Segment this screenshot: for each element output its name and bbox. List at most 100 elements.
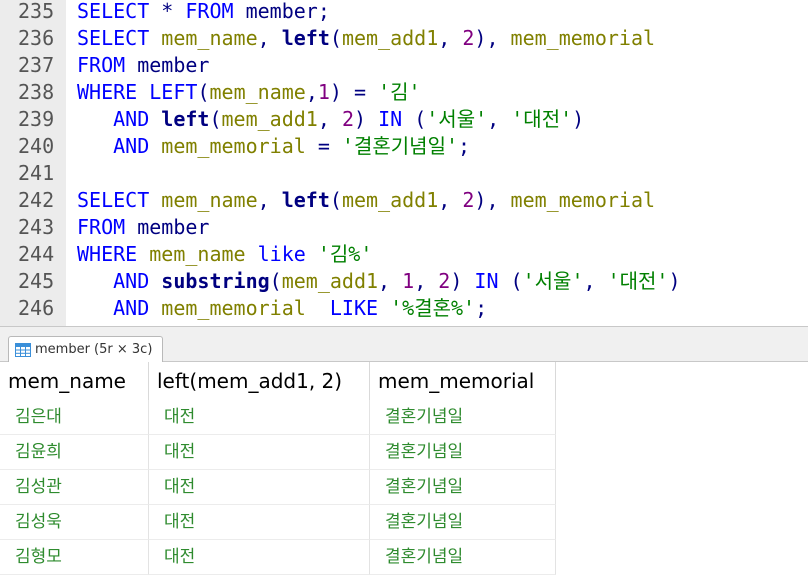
code-token: SELECT bbox=[77, 188, 150, 212]
code-token: mem_memorial bbox=[161, 296, 306, 320]
cell-left-mem-add1[interactable]: 대전 bbox=[149, 400, 370, 435]
code-token: ; bbox=[458, 134, 471, 158]
code-token: mem_add1 bbox=[341, 188, 439, 212]
code-token: mem_memorial bbox=[161, 134, 306, 158]
cell-mem-name[interactable]: 김형모 bbox=[0, 540, 149, 575]
code-line[interactable]: 237 FROM member bbox=[0, 52, 808, 79]
code-token: IN bbox=[474, 269, 499, 293]
code-token: 1 bbox=[402, 269, 415, 293]
code-token: ( bbox=[209, 107, 222, 131]
code-text: WHERE LEFT(mem_name,1) = '김' bbox=[77, 79, 421, 106]
code-token: '%결혼%' bbox=[390, 296, 476, 320]
result-tab-member[interactable]: member (5r × 3c) bbox=[8, 336, 164, 362]
code-line[interactable]: 240 AND mem_memorial = '결혼기념일'; bbox=[0, 133, 808, 160]
code-line[interactable]: 246 AND mem_memorial LIKE '%결혼%'; bbox=[0, 295, 808, 322]
line-number: 239 bbox=[18, 107, 55, 131]
code-line[interactable]: 245 AND substring(mem_add1, 1, 2) IN ('서… bbox=[0, 268, 808, 295]
cell-left-mem-add1[interactable]: 대전 bbox=[149, 470, 370, 505]
line-number: 246 bbox=[18, 296, 55, 320]
code-token: ( bbox=[197, 80, 210, 104]
code-token: * bbox=[149, 0, 186, 23]
code-token: , bbox=[317, 107, 342, 131]
code-line[interactable]: 244 WHERE mem_name like '김%' bbox=[0, 241, 808, 268]
code-line[interactable]: 242 SELECT mem_name, left(mem_add1, 2), m… bbox=[0, 187, 808, 214]
code-token: FROM bbox=[77, 53, 126, 77]
cell-mem-name[interactable]: 김윤희 bbox=[0, 435, 149, 470]
code-token: , bbox=[414, 269, 439, 293]
code-token: , bbox=[487, 107, 512, 131]
code-text: AND substring(mem_add1, 1, 2) IN ('서울', … bbox=[77, 268, 680, 295]
code-text: SELECT * FROM member; bbox=[77, 0, 330, 25]
line-number: 237 bbox=[18, 53, 55, 77]
column-header-mem-memorial[interactable]: mem_memorial bbox=[370, 362, 556, 400]
code-token: mem_add1 bbox=[341, 26, 439, 50]
line-number: 240 bbox=[18, 134, 55, 158]
cell-left-mem-add1[interactable]: 대전 bbox=[149, 435, 370, 470]
code-token: IN bbox=[378, 107, 403, 131]
code-token: ( bbox=[402, 107, 427, 131]
code-text: WHERE mem_name like '김%' bbox=[77, 241, 372, 268]
code-token: 2 bbox=[462, 26, 475, 50]
code-text: AND mem_memorial LIKE '%결혼%'; bbox=[77, 295, 487, 322]
line-number: 245 bbox=[18, 269, 55, 293]
code-token: 1 bbox=[317, 80, 330, 104]
code-line[interactable]: 239 AND left(mem_add1, 2) IN ('서울', '대전'… bbox=[0, 106, 808, 133]
line-number: 236 bbox=[18, 26, 55, 50]
code-token: ; bbox=[475, 296, 488, 320]
cell-mem-name[interactable]: 김성관 bbox=[0, 470, 149, 505]
code-text: SELECT mem_name, left(mem_add1, 2), mem_… bbox=[77, 25, 655, 52]
code-token: mem_name bbox=[161, 188, 258, 212]
code-token: ) bbox=[572, 107, 585, 131]
code-token: ( bbox=[269, 269, 282, 293]
line-number: 243 bbox=[18, 215, 55, 239]
cell-mem-name[interactable]: 김은대 bbox=[0, 400, 149, 435]
code-token: AND bbox=[113, 107, 150, 131]
code-token: mem_name bbox=[149, 242, 246, 266]
cell-mem-name[interactable]: 김성욱 bbox=[0, 505, 149, 540]
result-grid[interactable]: mem_name left(mem_add1, 2) mem_memorial … bbox=[0, 362, 808, 575]
code-token: ) = bbox=[329, 80, 379, 104]
sql-editor[interactable]: 235 SELECT * FROM member; 236 SELECT mem_na… bbox=[0, 0, 808, 326]
code-token: ), bbox=[474, 26, 511, 50]
code-token: member; bbox=[233, 0, 330, 23]
code-line[interactable]: 236 SELECT mem_name, left(mem_add1, 2), m… bbox=[0, 25, 808, 52]
code-token: '김%' bbox=[317, 242, 373, 266]
code-token: like bbox=[257, 242, 306, 266]
code-line[interactable]: 241 bbox=[0, 160, 808, 187]
cell-mem-memorial[interactable]: 결혼기념일 bbox=[370, 400, 556, 435]
code-token: mem_memorial bbox=[510, 26, 656, 50]
cell-mem-memorial[interactable]: 결혼기념일 bbox=[370, 470, 556, 505]
code-token: , bbox=[438, 26, 463, 50]
code-token: , bbox=[257, 188, 282, 212]
code-token: '결혼기념일' bbox=[341, 134, 459, 158]
cell-left-mem-add1[interactable]: 대전 bbox=[149, 505, 370, 540]
code-token: ( bbox=[329, 26, 342, 50]
code-token: , bbox=[257, 26, 282, 50]
column-header-mem-name[interactable]: mem_name bbox=[0, 362, 149, 400]
code-token: WHERE bbox=[77, 80, 138, 104]
result-tab-bar: member (5r × 3c) bbox=[0, 326, 808, 362]
code-token: '서울' bbox=[522, 269, 584, 293]
code-token: '대전' bbox=[511, 107, 573, 131]
code-line[interactable]: 243 FROM member bbox=[0, 214, 808, 241]
line-number: 244 bbox=[18, 242, 55, 266]
result-tab-label: member (5r × 3c) bbox=[35, 342, 153, 357]
code-token: 2 bbox=[341, 107, 354, 131]
cell-mem-memorial[interactable]: 결혼기념일 bbox=[370, 540, 556, 575]
code-line[interactable]: 238 WHERE LEFT(mem_name,1) = '김' bbox=[0, 79, 808, 106]
cell-mem-memorial[interactable]: 결혼기념일 bbox=[370, 435, 556, 470]
code-token: AND bbox=[113, 269, 150, 293]
code-token: , bbox=[305, 80, 318, 104]
code-token: member bbox=[125, 53, 210, 77]
code-token: substring bbox=[161, 269, 270, 293]
cell-mem-memorial[interactable]: 결혼기념일 bbox=[370, 505, 556, 540]
column-header-left-mem-add1[interactable]: left(mem_add1, 2) bbox=[149, 362, 370, 400]
code-token: 2 bbox=[462, 188, 475, 212]
code-line[interactable]: 235 SELECT * FROM member; bbox=[0, 0, 808, 25]
cell-left-mem-add1[interactable]: 대전 bbox=[149, 540, 370, 575]
code-token: mem_add1 bbox=[221, 107, 318, 131]
code-token: AND bbox=[113, 296, 150, 320]
code-token: '김' bbox=[378, 80, 421, 104]
